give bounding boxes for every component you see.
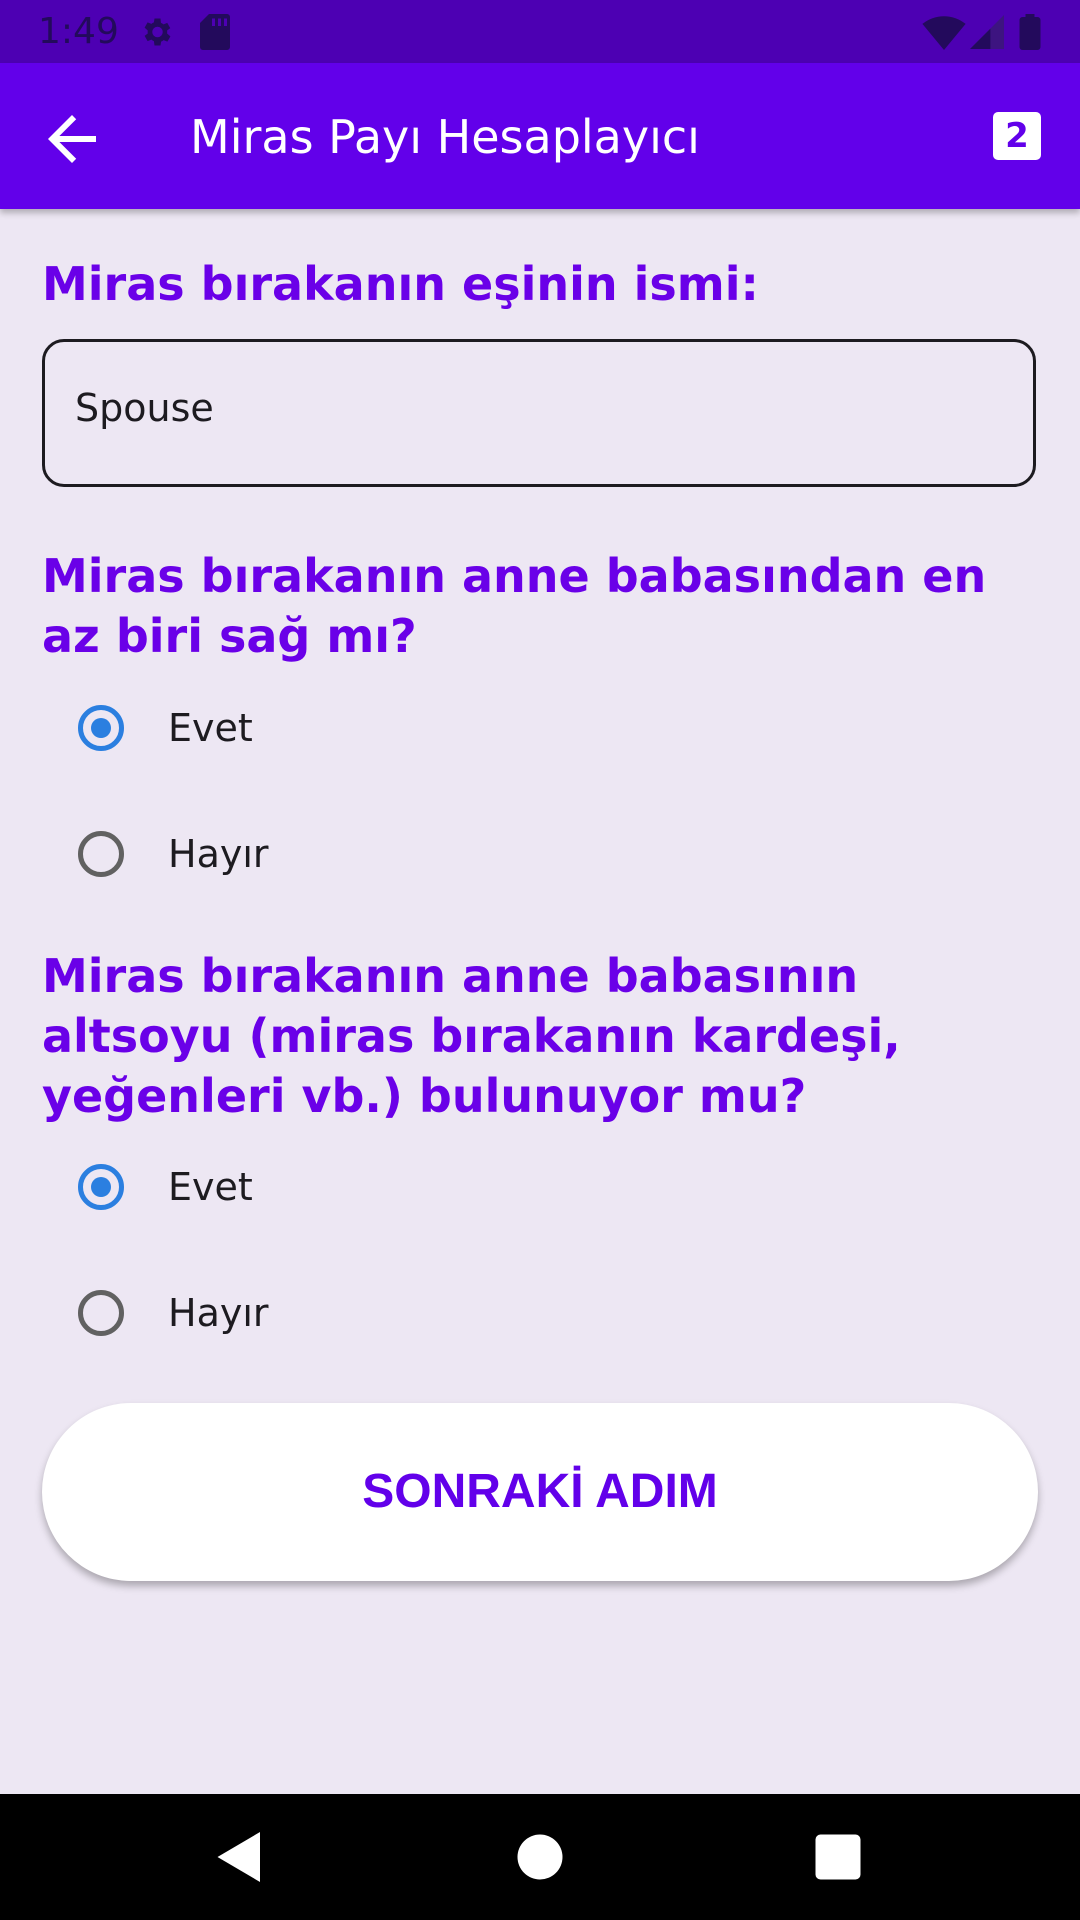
- nav-recents-icon[interactable]: [808, 1827, 868, 1887]
- parents-alive-option-yes[interactable]: Evet: [78, 697, 678, 761]
- parents-alive-question: Miras bırakanın anne babasından en az bi…: [42, 549, 987, 663]
- spouse-name-input[interactable]: Spouse: [42, 339, 1036, 487]
- back-arrow-icon[interactable]: [36, 103, 108, 175]
- app-title: Miras Payı Hesaplayıcı: [190, 110, 700, 164]
- parents-descendants-option-no[interactable]: Hayır: [78, 1282, 678, 1346]
- battery-icon: [1019, 14, 1041, 50]
- cellular-signal-icon: [970, 15, 1004, 49]
- spouse-name-value[interactable]: Spouse: [75, 386, 214, 430]
- app-bar: Miras Payı Hesaplayıcı 2: [0, 63, 1080, 209]
- radio-label: Hayır: [168, 1291, 269, 1335]
- radio-button-checked[interactable]: [78, 1164, 124, 1210]
- nav-back-icon[interactable]: [210, 1827, 270, 1887]
- radio-button-unchecked[interactable]: [78, 1290, 124, 1336]
- status-time: 1:49: [38, 11, 119, 52]
- status-bar: 1:49: [0, 0, 1080, 63]
- parents-descendants-question: Miras bırakanın anne babasının altsoyu (…: [42, 949, 901, 1123]
- parents-alive-option-no[interactable]: Hayır: [78, 823, 678, 887]
- nav-home-icon[interactable]: [510, 1827, 570, 1887]
- system-navigation-bar: [0, 1794, 1080, 1920]
- spouse-name-question: Miras bırakanın eşinin ismi:: [42, 257, 759, 311]
- radio-label: Hayır: [168, 832, 269, 876]
- next-step-button[interactable]: SONRAKİ ADIM: [42, 1403, 1038, 1581]
- parents-descendants-option-yes[interactable]: Evet: [78, 1156, 678, 1220]
- radio-label: Evet: [168, 706, 253, 750]
- settings-gear-icon: [144, 18, 171, 46]
- step-badge-icon[interactable]: 2: [993, 112, 1041, 160]
- radio-button-checked[interactable]: [78, 705, 124, 751]
- radio-button-unchecked[interactable]: [78, 831, 124, 877]
- wifi-icon: [922, 16, 966, 50]
- sd-card-icon: [200, 14, 230, 50]
- radio-label: Evet: [168, 1165, 253, 1209]
